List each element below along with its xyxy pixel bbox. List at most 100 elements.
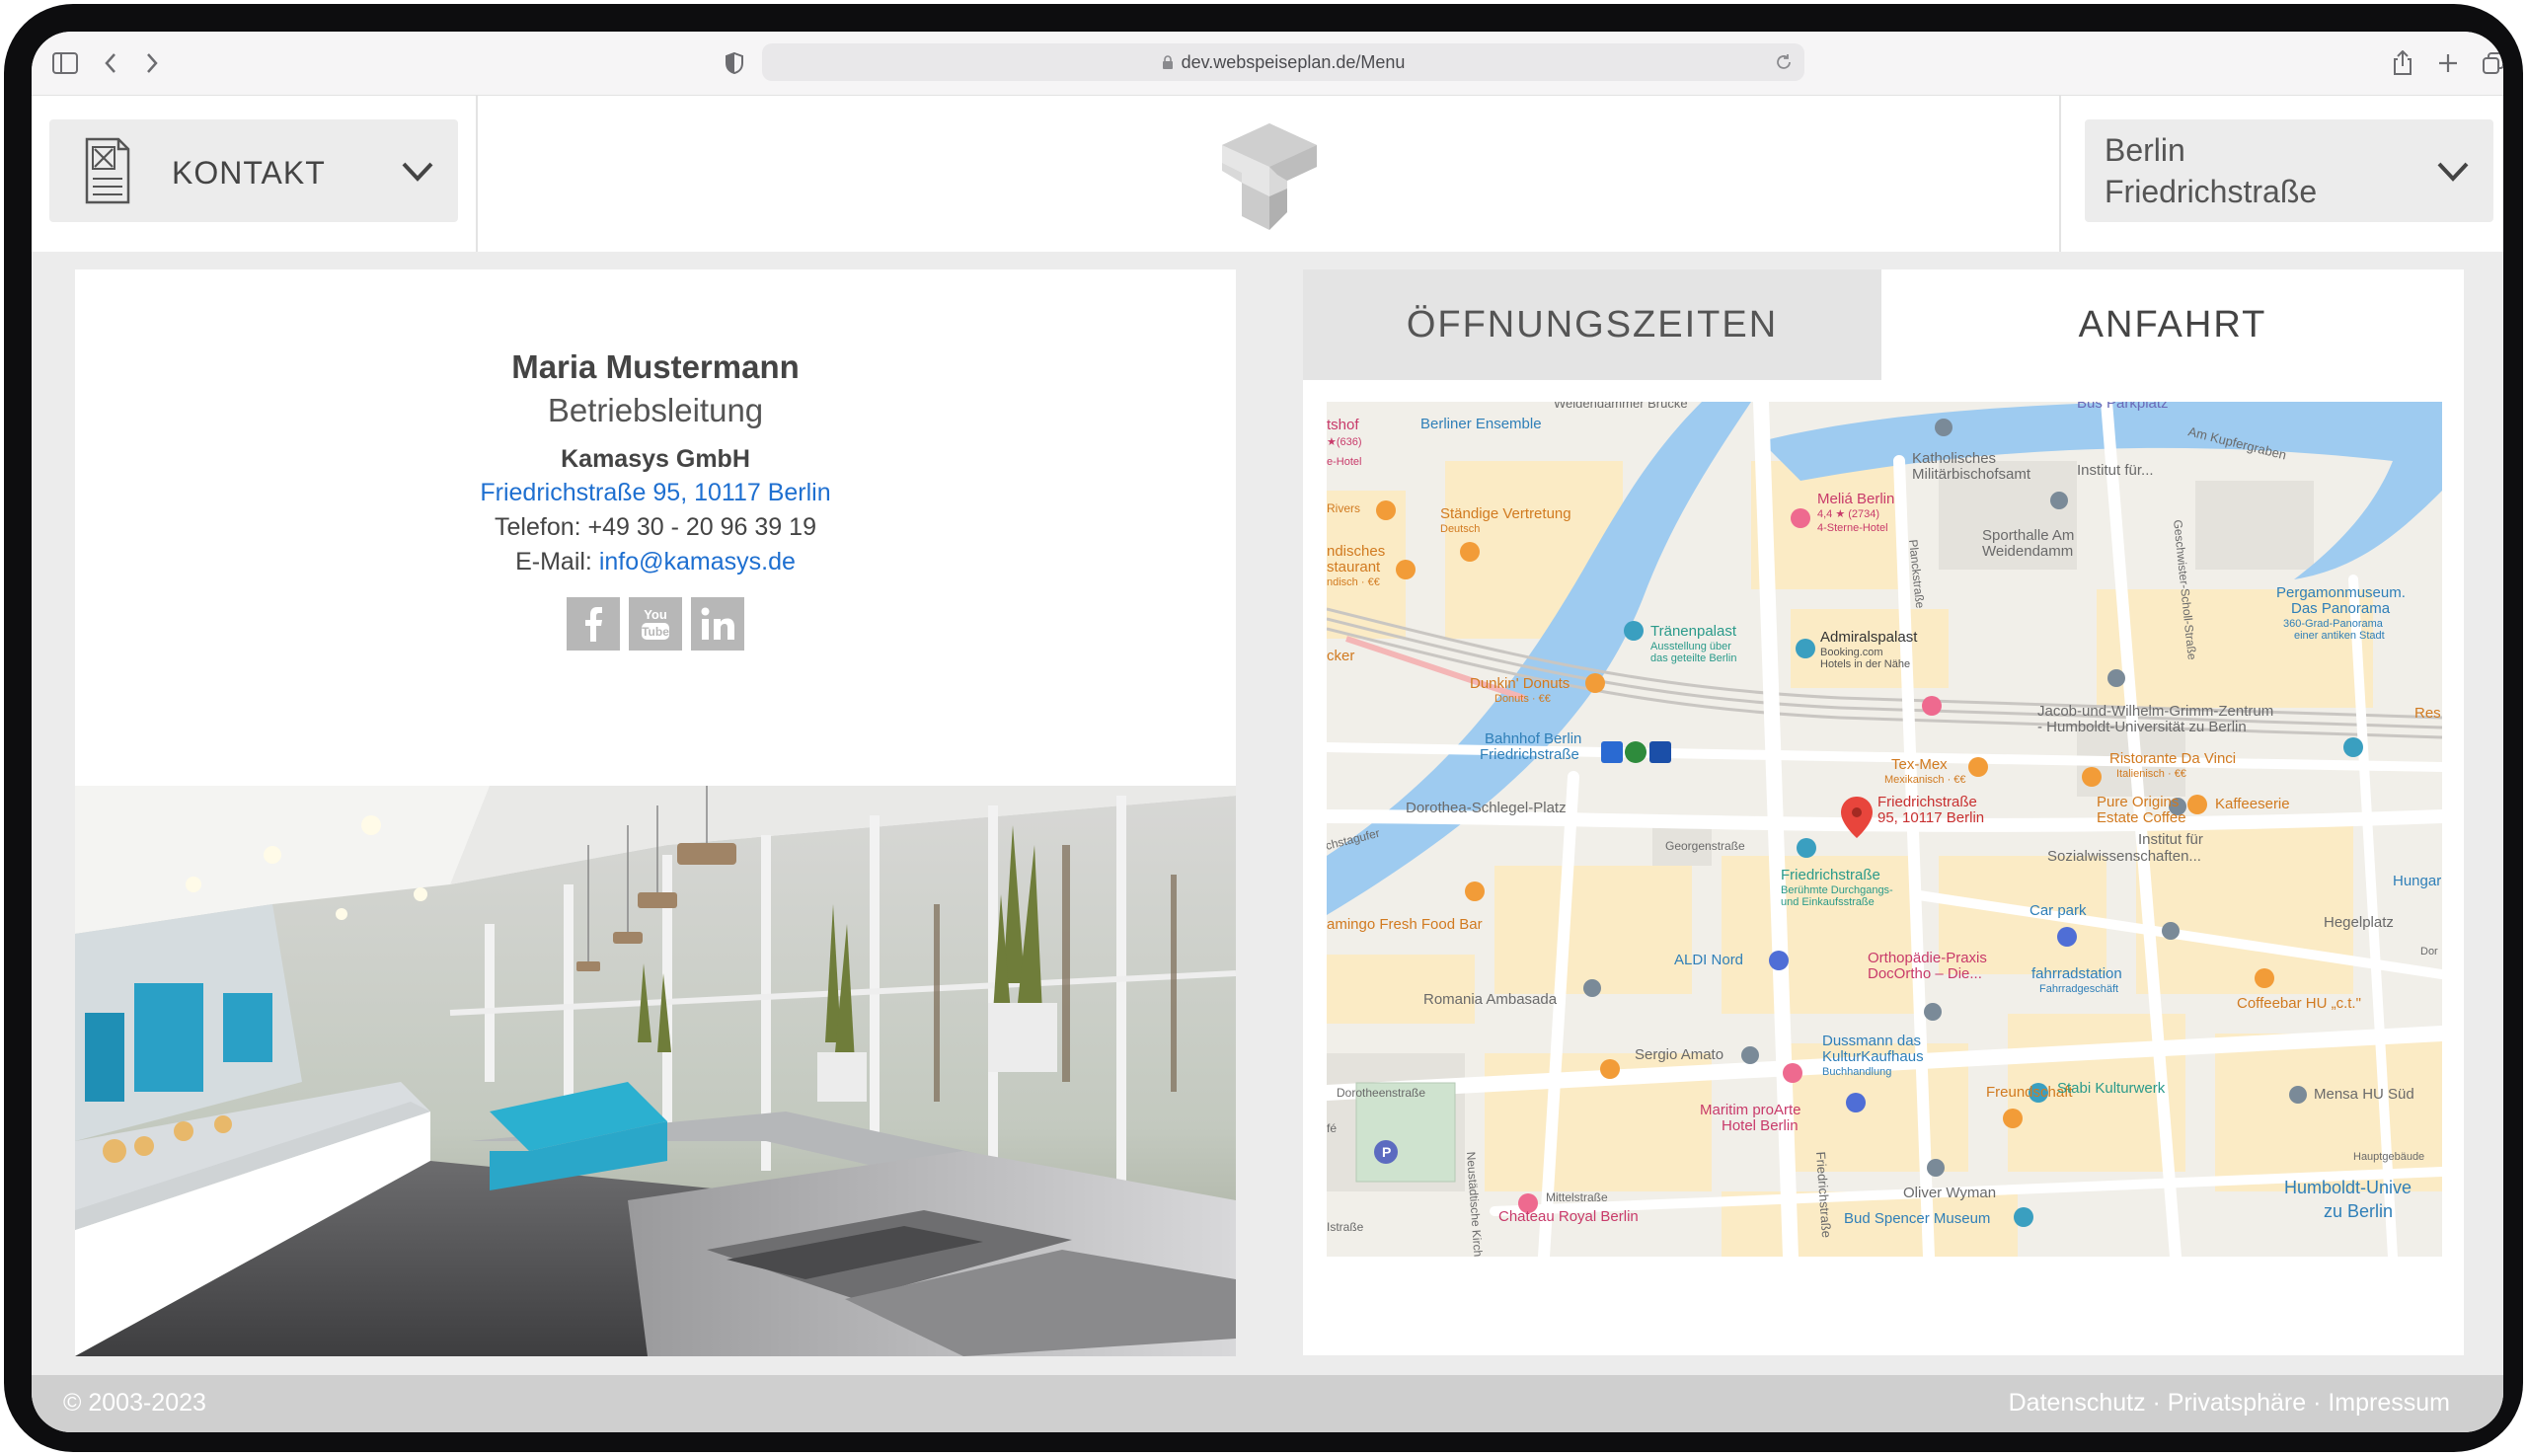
tab-overview-icon[interactable] — [2476, 45, 2503, 81]
email-link[interactable]: info@kamasys.de — [599, 548, 796, 575]
location-site: Friedrichstraße — [2105, 174, 2318, 209]
svg-text:DocOrtho – Die...: DocOrtho – Die... — [1868, 965, 1982, 982]
contact-name: Maria Mustermann — [511, 348, 800, 385]
svg-text:und Einkaufsstraße: und Einkaufsstraße — [1781, 896, 1875, 908]
contact-card: Maria Mustermann Betriebsleitung Kamasys… — [75, 269, 1236, 1356]
map-canvas: P Berliner Ensemble Ständige Vertretung … — [1327, 402, 2442, 1257]
svg-text:ndisch · €€: ndisch · €€ — [1327, 576, 1380, 588]
info-tabs: ÖFFNUNGSZEITEN ANFAHRT — [1303, 269, 2464, 380]
svg-text:Pure Origins: Pure Origins — [2097, 794, 2179, 810]
address-bar[interactable]: dev.webspeiseplan.de/Menu — [762, 43, 1804, 81]
brand-logo — [1222, 123, 1317, 230]
svg-text:Maritim proArte: Maritim proArte — [1700, 1102, 1801, 1118]
address-link[interactable]: Friedrichstraße 95, 10117 Berlin — [75, 479, 1236, 507]
site-header: KONTAKT Berlin Friedrichstraße — [32, 96, 2503, 252]
svg-text:Rivers: Rivers — [1327, 501, 1360, 515]
svg-text:Berliner Ensemble: Berliner Ensemble — [1420, 416, 1542, 432]
svg-text:Friedrichstraße: Friedrichstraße — [1781, 867, 1880, 883]
svg-text:Deutsch: Deutsch — [1440, 523, 1480, 535]
cafeteria-photo — [75, 786, 1236, 1356]
svg-text:P: P — [1382, 1144, 1391, 1160]
svg-text:Jacob-und-Wilhelm-Grimm-Zentru: Jacob-und-Wilhelm-Grimm-Zentrum — [2037, 703, 2273, 720]
svg-text:fahrradstation: fahrradstation — [2031, 965, 2122, 982]
svg-text:Admiralspalast: Admiralspalast — [1820, 629, 1918, 646]
svg-text:Meliá Berlin: Meliá Berlin — [1817, 491, 1894, 507]
linkedin-icon[interactable] — [691, 597, 744, 651]
svg-text:Bahnhof Berlin: Bahnhof Berlin — [1485, 730, 1581, 747]
svg-text:Das Panorama: Das Panorama — [2291, 600, 2391, 617]
svg-text:Katholisches: Katholisches — [1912, 450, 1996, 467]
header-divider — [476, 96, 478, 252]
tab-opening-hours[interactable]: ÖFFNUNGSZEITEN — [1303, 269, 1881, 380]
svg-text:Chateau Royal Berlin: Chateau Royal Berlin — [1498, 1208, 1639, 1225]
site-footer: © 2003-2023 Datenschutz · Privatsphäre ·… — [32, 1375, 2503, 1432]
svg-text:einer antiken Stadt: einer antiken Stadt — [2294, 630, 2385, 642]
svg-text:tshof: tshof — [1327, 417, 1359, 433]
svg-text:Coffeebar HU „c.t.": Coffeebar HU „c.t." — [2237, 995, 2361, 1012]
svg-text:Tränenpalast: Tränenpalast — [1650, 623, 1737, 640]
url-text: dev.webspeiseplan.de/Menu — [1181, 51, 1406, 72]
header-divider — [2059, 96, 2061, 252]
back-icon[interactable] — [93, 45, 128, 81]
privacy-shield-icon[interactable] — [717, 45, 752, 81]
contact-card-icon — [85, 137, 130, 204]
tab-directions[interactable]: ANFAHRT — [1881, 269, 2464, 380]
svg-text:Hotels in der Nähe: Hotels in der Nähe — [1820, 658, 1910, 670]
share-icon[interactable] — [2385, 45, 2420, 81]
phone-number: Telefon: +49 30 - 20 96 39 19 — [495, 513, 816, 541]
svg-text:Oliver Wyman: Oliver Wyman — [1903, 1185, 1996, 1201]
device-frame: dev.webspeiseplan.de/Menu KONTAKT Berlin… — [0, 0, 2527, 1456]
email-line: E-Mail: info@kamasys.de — [75, 548, 1236, 576]
svg-text:cker: cker — [1327, 648, 1354, 664]
svg-text:4-Sterne-Hotel: 4-Sterne-Hotel — [1817, 522, 1888, 534]
new-tab-icon[interactable] — [2430, 45, 2466, 81]
svg-text:Stabi Kulturwerk: Stabi Kulturwerk — [2057, 1080, 2166, 1097]
location-dropdown[interactable]: Berlin Friedrichstraße — [2085, 119, 2493, 222]
sidebar-toggle-icon[interactable] — [47, 45, 83, 81]
reload-icon[interactable] — [1773, 51, 1795, 73]
svg-text:staurant: staurant — [1327, 559, 1381, 575]
svg-text:ndisches: ndisches — [1327, 543, 1385, 560]
location-city: Berlin — [2105, 132, 2185, 168]
svg-text:Militärbischofsamt: Militärbischofsamt — [1912, 466, 2031, 483]
facebook-icon[interactable] — [567, 597, 620, 651]
svg-text:95, 10117 Berlin: 95, 10117 Berlin — [1877, 809, 1984, 826]
svg-text:Mittelstraße: Mittelstraße — [1546, 1190, 1608, 1204]
svg-text:Res: Res — [2414, 705, 2441, 722]
svg-text:Ausstellung über: Ausstellung über — [1650, 641, 1731, 652]
email-label: E-Mail: — [515, 548, 599, 575]
browser-toolbar: dev.webspeiseplan.de/Menu — [32, 32, 2503, 96]
svg-text:Dorothea-Schlegel-Platz: Dorothea-Schlegel-Platz — [1406, 800, 1567, 816]
svg-text:Tube: Tube — [642, 625, 669, 639]
svg-text:Sporthalle Am: Sporthalle Am — [1982, 527, 2074, 544]
contact-dropdown[interactable]: KONTAKT — [49, 119, 458, 222]
svg-text:KulturKaufhaus: KulturKaufhaus — [1822, 1048, 1924, 1065]
svg-text:Booking.com: Booking.com — [1820, 647, 1883, 658]
youtube-icon[interactable]: You Tube — [629, 597, 682, 651]
svg-text:Kaffeeserie: Kaffeeserie — [2215, 796, 2290, 812]
svg-text:amingo Fresh Food Bar: amingo Fresh Food Bar — [1327, 916, 1483, 933]
svg-text:Ristorante Da Vinci: Ristorante Da Vinci — [2109, 750, 2236, 767]
svg-text:Institut für: Institut für — [2138, 831, 2203, 848]
svg-text:Italienisch · €€: Italienisch · €€ — [2116, 768, 2186, 780]
svg-text:Buchhandlung: Buchhandlung — [1822, 1066, 1891, 1078]
footer-links[interactable]: Datenschutz · Privatsphäre · Impressum — [2009, 1389, 2450, 1418]
svg-text:Donuts · €€: Donuts · €€ — [1494, 693, 1551, 705]
device-bezel: dev.webspeiseplan.de/Menu KONTAKT Berlin… — [4, 4, 2523, 1452]
screen: dev.webspeiseplan.de/Menu KONTAKT Berlin… — [32, 32, 2503, 1432]
svg-text:Institut für...: Institut für... — [2077, 462, 2154, 479]
svg-text:360-Grad-Panorama: 360-Grad-Panorama — [2283, 618, 2384, 630]
svg-text:Georgenstraße: Georgenstraße — [1665, 839, 1745, 853]
svg-text:Hotel Berlin: Hotel Berlin — [1722, 1117, 1799, 1134]
svg-text:Weidendamm: Weidendamm — [1982, 543, 2073, 560]
social-links: You Tube — [567, 597, 744, 652]
map[interactable]: P Berliner Ensemble Ständige Vertretung … — [1327, 402, 2442, 1257]
svg-text:fé: fé — [1327, 1121, 1337, 1135]
chevron-down-icon — [402, 162, 433, 182]
forward-icon[interactable] — [134, 45, 170, 81]
svg-text:Romania Ambasada: Romania Ambasada — [1423, 991, 1558, 1008]
svg-text:Istraße: Istraße — [1327, 1220, 1364, 1234]
svg-text:Dor: Dor — [2420, 946, 2438, 958]
svg-text:Bud Spencer Museum: Bud Spencer Museum — [1844, 1210, 1990, 1227]
svg-text:Dorotheenstraße: Dorotheenstraße — [1337, 1086, 1425, 1100]
